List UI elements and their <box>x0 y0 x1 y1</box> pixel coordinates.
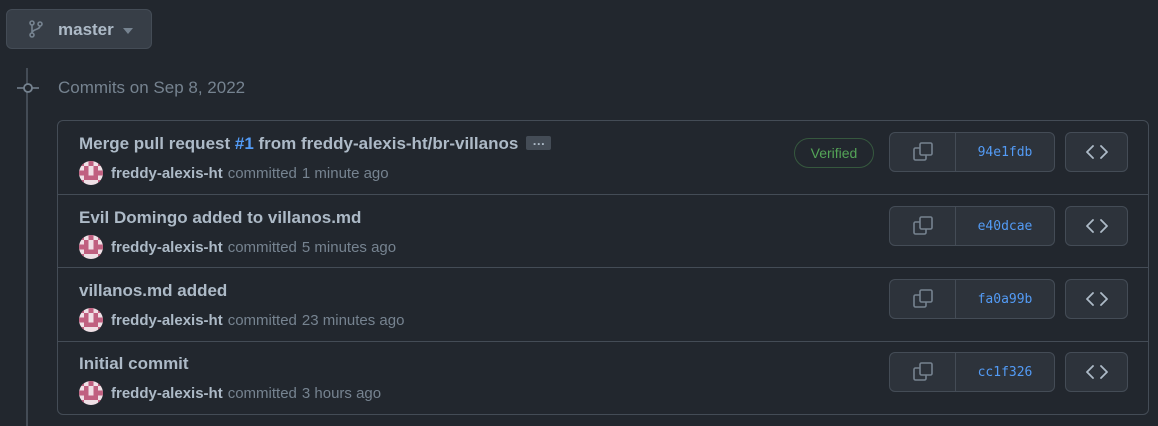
commit-sha-group: 94e1fdb <box>889 132 1055 172</box>
commit-time: 3 hours ago <box>301 384 382 402</box>
avatar[interactable] <box>79 161 103 185</box>
browse-repo-button[interactable] <box>1065 352 1128 392</box>
committed-label: committed <box>227 384 297 402</box>
avatar[interactable] <box>79 381 103 405</box>
commit-title-prefix: Merge pull request <box>79 134 235 153</box>
committed-label: committed <box>227 238 297 256</box>
code-icon <box>1085 365 1108 379</box>
commit-meta: freddy-alexis-ht committed 1 minute ago <box>79 161 389 185</box>
commits-day-heading: Commits on Sep 8, 2022 <box>58 78 246 97</box>
ellipsis-icon: … <box>532 132 546 148</box>
git-commit-icon <box>17 83 39 93</box>
commit-sha-group: fa0a99b <box>889 279 1055 319</box>
browse-repo-button[interactable] <box>1065 132 1128 172</box>
commit-sha-link[interactable]: fa0a99b <box>956 280 1054 318</box>
commit-author-link[interactable]: freddy-alexis-ht <box>111 385 223 402</box>
commit-time: 23 minutes ago <box>301 311 405 329</box>
commit-title[interactable]: Initial commit <box>79 354 189 374</box>
commit-row: villanos.md added freddy-alexis-ht commi… <box>58 268 1148 341</box>
commit-time: 1 minute ago <box>301 164 389 182</box>
copy-icon <box>912 289 933 308</box>
commit-author-link[interactable]: freddy-alexis-ht <box>111 165 223 182</box>
copy-sha-button[interactable] <box>890 207 956 245</box>
commit-sha-group: cc1f326 <box>889 352 1055 392</box>
timeline-line <box>26 68 28 426</box>
committed-label: committed <box>227 311 297 329</box>
browse-repo-button[interactable] <box>1065 279 1128 319</box>
code-icon <box>1085 292 1108 306</box>
commit-title[interactable]: Evil Domingo added to villanos.md <box>79 208 361 228</box>
commit-time: 5 minutes ago <box>301 238 397 256</box>
browse-repo-button[interactable] <box>1065 206 1128 246</box>
copy-sha-button[interactable] <box>890 280 956 318</box>
commit-title[interactable]: Merge pull request #1 from freddy-alexis… <box>79 133 552 154</box>
commit-list: Merge pull request #1 from freddy-alexis… <box>57 120 1149 415</box>
copy-sha-button[interactable] <box>890 133 956 171</box>
commit-author-link[interactable]: freddy-alexis-ht <box>111 239 223 256</box>
committed-label: committed <box>227 164 297 182</box>
commit-sha-link[interactable]: 94e1fdb <box>956 133 1054 171</box>
branch-name: master <box>58 20 114 39</box>
commit-history-page: master Commits on Sep 8, 2022 Merge pull… <box>0 0 1158 426</box>
commit-meta: freddy-alexis-ht committed 5 minutes ago <box>79 235 396 259</box>
commit-title-suffix: from freddy-alexis-ht/br-villanos <box>253 134 519 153</box>
code-icon <box>1085 145 1108 159</box>
expand-message-button[interactable]: … <box>526 133 552 150</box>
commit-meta: freddy-alexis-ht committed 3 hours ago <box>79 381 381 405</box>
copy-sha-button[interactable] <box>890 353 956 391</box>
verified-badge[interactable]: Verified <box>794 138 874 168</box>
copy-icon <box>912 142 933 161</box>
avatar[interactable] <box>79 235 103 259</box>
copy-icon <box>912 216 933 235</box>
pull-request-link[interactable]: #1 <box>235 134 254 153</box>
commit-sha-group: e40dcae <box>889 206 1055 246</box>
commit-row: Merge pull request #1 from freddy-alexis… <box>58 121 1148 194</box>
code-icon <box>1085 219 1108 233</box>
branch-select-button[interactable]: master <box>6 9 152 49</box>
commit-sha-link[interactable]: cc1f326 <box>956 353 1054 391</box>
chevron-down-icon <box>123 28 133 34</box>
git-branch-icon <box>29 20 43 38</box>
commit-row: Initial commit freddy-alexis-ht committe… <box>58 341 1148 414</box>
commit-author-link[interactable]: freddy-alexis-ht <box>111 312 223 329</box>
copy-icon <box>912 362 933 381</box>
commit-meta: freddy-alexis-ht committed 23 minutes ag… <box>79 308 404 332</box>
avatar[interactable] <box>79 308 103 332</box>
commit-row: Evil Domingo added to villanos.md freddy… <box>58 195 1148 268</box>
commit-sha-link[interactable]: e40dcae <box>956 207 1054 245</box>
commit-title[interactable]: villanos.md added <box>79 281 227 301</box>
